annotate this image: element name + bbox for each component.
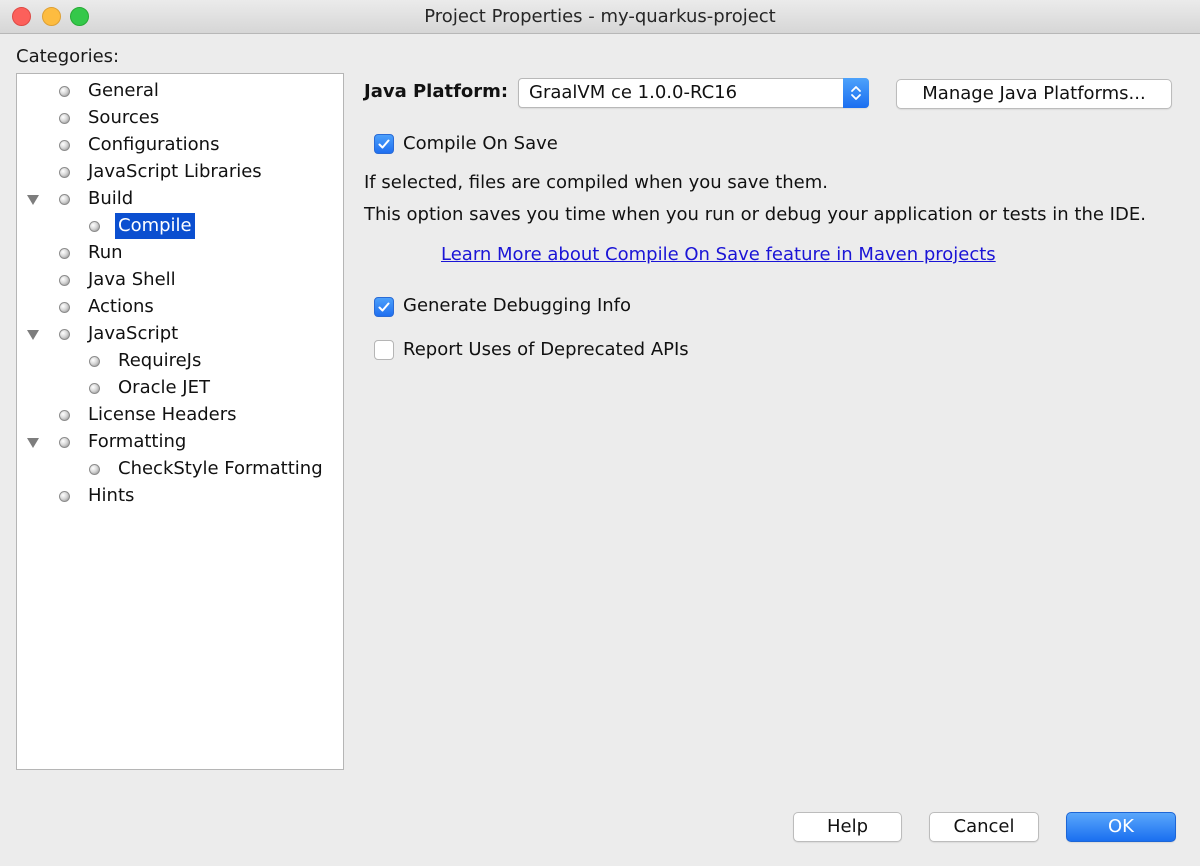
title-bar[interactable]: Project Properties - my-quarkus-project bbox=[0, 0, 1200, 34]
tree-item-label: RequireJs bbox=[118, 350, 202, 371]
java-platform-select[interactable]: GraalVM ce 1.0.0-RC16 bbox=[518, 78, 869, 108]
tree-node-bullet-icon bbox=[59, 437, 70, 448]
tree-node-bullet-icon bbox=[59, 491, 70, 502]
tree-item-oracle-jet[interactable]: Oracle JET bbox=[17, 375, 343, 401]
tree-item-label: Configurations bbox=[88, 134, 220, 155]
tree-item-compile[interactable]: Compile bbox=[17, 213, 343, 239]
tree-node-bullet-icon bbox=[59, 329, 70, 340]
tree-item-license-headers[interactable]: License Headers bbox=[17, 402, 343, 428]
checkmark-icon bbox=[378, 302, 390, 312]
tree-item-build[interactable]: Build bbox=[17, 186, 343, 212]
tree-item-hints[interactable]: Hints bbox=[17, 483, 343, 509]
compile-on-save-checkbox[interactable] bbox=[374, 134, 394, 154]
tree-node-bullet-icon bbox=[59, 113, 70, 124]
tree-item-run[interactable]: Run bbox=[17, 240, 343, 266]
ok-button[interactable]: OK bbox=[1066, 812, 1176, 842]
tree-item-label: Build bbox=[88, 188, 134, 209]
tree-item-label: CheckStyle Formatting bbox=[118, 458, 323, 479]
tree-item-general[interactable]: General bbox=[17, 78, 343, 104]
tree-item-label: Run bbox=[88, 242, 123, 263]
tree-item-javascript-libraries[interactable]: JavaScript Libraries bbox=[17, 159, 343, 185]
help-button[interactable]: Help bbox=[793, 812, 902, 842]
tree-node-bullet-icon bbox=[89, 356, 100, 367]
generate-debugging-info-checkbox[interactable] bbox=[374, 297, 394, 317]
tree-node-bullet-icon bbox=[89, 383, 100, 394]
tree-node-bullet-icon bbox=[59, 167, 70, 178]
collapse-triangle-icon[interactable] bbox=[27, 330, 39, 340]
tree-item-label: Actions bbox=[88, 296, 154, 317]
tree-node-bullet-icon bbox=[59, 275, 70, 286]
categories-label: Categories: bbox=[16, 46, 120, 67]
cancel-button[interactable]: Cancel bbox=[929, 812, 1039, 842]
tree-item-label-selected: Compile bbox=[115, 213, 195, 239]
generate-debugging-info-label[interactable]: Generate Debugging Info bbox=[403, 295, 631, 316]
tree-item-label: General bbox=[88, 80, 159, 101]
checkmark-icon bbox=[378, 139, 390, 149]
compile-on-save-description: If selected, files are compiled when you… bbox=[364, 172, 829, 193]
window-title: Project Properties - my-quarkus-project bbox=[424, 6, 776, 27]
tree-item-checkstyle-formatting[interactable]: CheckStyle Formatting bbox=[17, 456, 343, 482]
categories-tree[interactable]: General Sources Configurations JavaScrip… bbox=[16, 73, 344, 770]
learn-more-link[interactable]: Learn More about Compile On Save feature… bbox=[441, 244, 996, 265]
tree-node-bullet-icon bbox=[59, 302, 70, 313]
tree-item-java-shell[interactable]: Java Shell bbox=[17, 267, 343, 293]
report-deprecated-apis-label[interactable]: Report Uses of Deprecated APIs bbox=[403, 339, 689, 360]
tree-item-label: Oracle JET bbox=[118, 377, 210, 398]
tree-item-label: License Headers bbox=[88, 404, 237, 425]
compile-on-save-hint: This option saves you time when you run … bbox=[364, 204, 1146, 225]
tree-node-bullet-icon bbox=[59, 410, 70, 421]
tree-item-requirejs[interactable]: RequireJs bbox=[17, 348, 343, 374]
tree-node-bullet-icon bbox=[89, 221, 100, 232]
tree-item-actions[interactable]: Actions bbox=[17, 294, 343, 320]
java-platform-label: Java Platform: bbox=[364, 81, 509, 102]
tree-node-bullet-icon bbox=[59, 194, 70, 205]
java-platform-value: GraalVM ce 1.0.0-RC16 bbox=[529, 82, 738, 103]
project-properties-window: Project Properties - my-quarkus-project … bbox=[0, 0, 1200, 866]
tree-item-label: Hints bbox=[88, 485, 135, 506]
select-stepper-icon[interactable] bbox=[843, 78, 869, 108]
tree-item-javascript[interactable]: JavaScript bbox=[17, 321, 343, 347]
tree-item-label: Java Shell bbox=[88, 269, 176, 290]
tree-item-formatting[interactable]: Formatting bbox=[17, 429, 343, 455]
tree-item-label: Formatting bbox=[88, 431, 187, 452]
tree-item-sources[interactable]: Sources bbox=[17, 105, 343, 131]
manage-java-platforms-button[interactable]: Manage Java Platforms... bbox=[896, 79, 1172, 109]
compile-on-save-label[interactable]: Compile On Save bbox=[403, 133, 558, 154]
tree-node-bullet-icon bbox=[59, 86, 70, 97]
tree-item-label: Sources bbox=[88, 107, 160, 128]
tree-item-configurations[interactable]: Configurations bbox=[17, 132, 343, 158]
collapse-triangle-icon[interactable] bbox=[27, 438, 39, 448]
tree-node-bullet-icon bbox=[89, 464, 100, 475]
tree-item-label: JavaScript Libraries bbox=[88, 161, 262, 182]
collapse-triangle-icon[interactable] bbox=[27, 195, 39, 205]
tree-node-bullet-icon bbox=[59, 140, 70, 151]
tree-item-label: JavaScript bbox=[88, 323, 179, 344]
tree-node-bullet-icon bbox=[59, 248, 70, 259]
report-deprecated-apis-checkbox[interactable] bbox=[374, 340, 394, 360]
